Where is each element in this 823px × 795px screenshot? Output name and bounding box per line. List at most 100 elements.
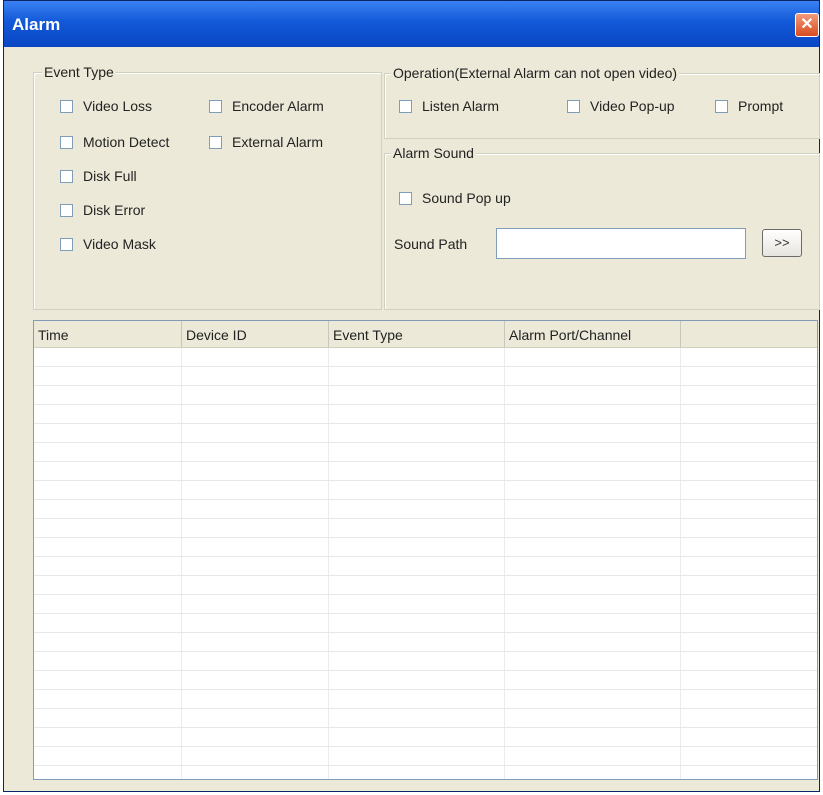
list-row-empty [34,481,817,500]
list-row-empty [34,443,817,462]
event-type-legend: Event Type [42,64,116,80]
list-cell [34,424,182,442]
list-row-empty [34,728,817,747]
list-cell [34,519,182,537]
list-cell [34,348,182,366]
list-cell [505,500,681,518]
checkbox-external-alarm[interactable]: External Alarm [209,134,323,150]
list-cell [681,481,817,499]
checkbox-prompt[interactable]: Prompt [715,98,783,114]
list-cell [505,595,681,613]
title-bar[interactable]: Alarm ✕ [4,1,819,47]
checkbox-box[interactable] [715,99,728,113]
list-cell [329,538,505,556]
list-row-empty [34,348,817,367]
list-cell [681,443,817,461]
list-row-empty [34,614,817,633]
list-cell [182,652,329,670]
list-cell [182,671,329,689]
list-cell [505,709,681,727]
close-icon: ✕ [800,16,814,33]
list-cell [505,557,681,575]
list-cell [329,500,505,518]
list-cell [34,481,182,499]
list-cell [329,462,505,480]
checkbox-box[interactable] [60,135,73,149]
window-title: Alarm [12,15,61,34]
list-cell [505,481,681,499]
list-row-empty [34,424,817,443]
checkbox-box[interactable] [60,203,73,217]
column-header-time[interactable]: Time [34,321,182,347]
close-button[interactable]: ✕ [795,13,819,37]
checkbox-disk-full[interactable]: Disk Full [60,168,137,184]
list-cell [182,481,329,499]
list-cell [329,671,505,689]
checkbox-box[interactable] [399,99,412,113]
checkbox-label: External Alarm [232,134,324,150]
checkbox-box[interactable] [60,237,73,251]
list-cell [505,728,681,746]
list-cell [182,690,329,708]
list-row-empty [34,557,817,576]
list-cell [329,557,505,575]
checkbox-label: Motion Detect [83,134,170,150]
checkbox-encoder-alarm[interactable]: Encoder Alarm [209,98,324,114]
list-cell [681,633,817,651]
list-cell [681,348,817,366]
browse-button[interactable]: >> [762,229,802,257]
list-cell [505,633,681,651]
checkbox-video-popup[interactable]: Video Pop-up [567,98,675,114]
alarm-list[interactable]: Time Device ID Event Type Alarm Port/Cha… [33,320,818,780]
list-cell [34,709,182,727]
checkbox-box[interactable] [60,99,73,113]
list-cell [34,766,182,779]
list-cell [681,747,817,765]
checkbox-disk-error[interactable]: Disk Error [60,202,145,218]
list-cell [182,462,329,480]
list-cell [505,405,681,423]
checkbox-motion-detect[interactable]: Motion Detect [60,134,169,150]
list-cell [681,709,817,727]
column-header-event-type[interactable]: Event Type [329,321,505,347]
list-cell [182,424,329,442]
checkbox-box[interactable] [60,169,73,183]
list-cell [34,747,182,765]
checkbox-label: Video Pop-up [590,98,675,114]
column-header-alarm-port-channel[interactable]: Alarm Port/Channel [505,321,681,347]
list-cell [182,595,329,613]
list-row-empty [34,595,817,614]
list-row-empty [34,500,817,519]
event-type-group: Event Type Video Loss Encoder Alarm Moti… [33,64,382,310]
checkbox-box[interactable] [399,191,412,205]
list-cell [681,557,817,575]
list-cell [329,348,505,366]
list-row-empty [34,709,817,728]
list-row-empty [34,633,817,652]
list-cell [329,766,505,779]
checkbox-sound-popup[interactable]: Sound Pop up [399,190,511,206]
list-cell [329,633,505,651]
checkbox-box[interactable] [209,99,222,113]
list-cell [34,576,182,594]
list-cell [505,671,681,689]
list-cell [182,348,329,366]
list-row-empty [34,652,817,671]
list-row-empty [34,386,817,405]
sound-path-input[interactable] [496,228,746,259]
list-cell [681,386,817,404]
checkbox-box[interactable] [567,99,580,113]
list-row-empty [34,405,817,424]
column-header-device-id[interactable]: Device ID [182,321,329,347]
checkbox-video-mask[interactable]: Video Mask [60,236,156,252]
checkbox-label: Video Mask [83,236,156,252]
alarm-list-body [34,348,817,779]
list-cell [681,500,817,518]
checkbox-listen-alarm[interactable]: Listen Alarm [399,98,499,114]
checkbox-video-loss[interactable]: Video Loss [60,98,152,114]
list-cell [505,348,681,366]
checkbox-box[interactable] [209,135,222,149]
list-cell [681,728,817,746]
list-cell [329,728,505,746]
checkbox-label: Disk Error [83,202,146,218]
